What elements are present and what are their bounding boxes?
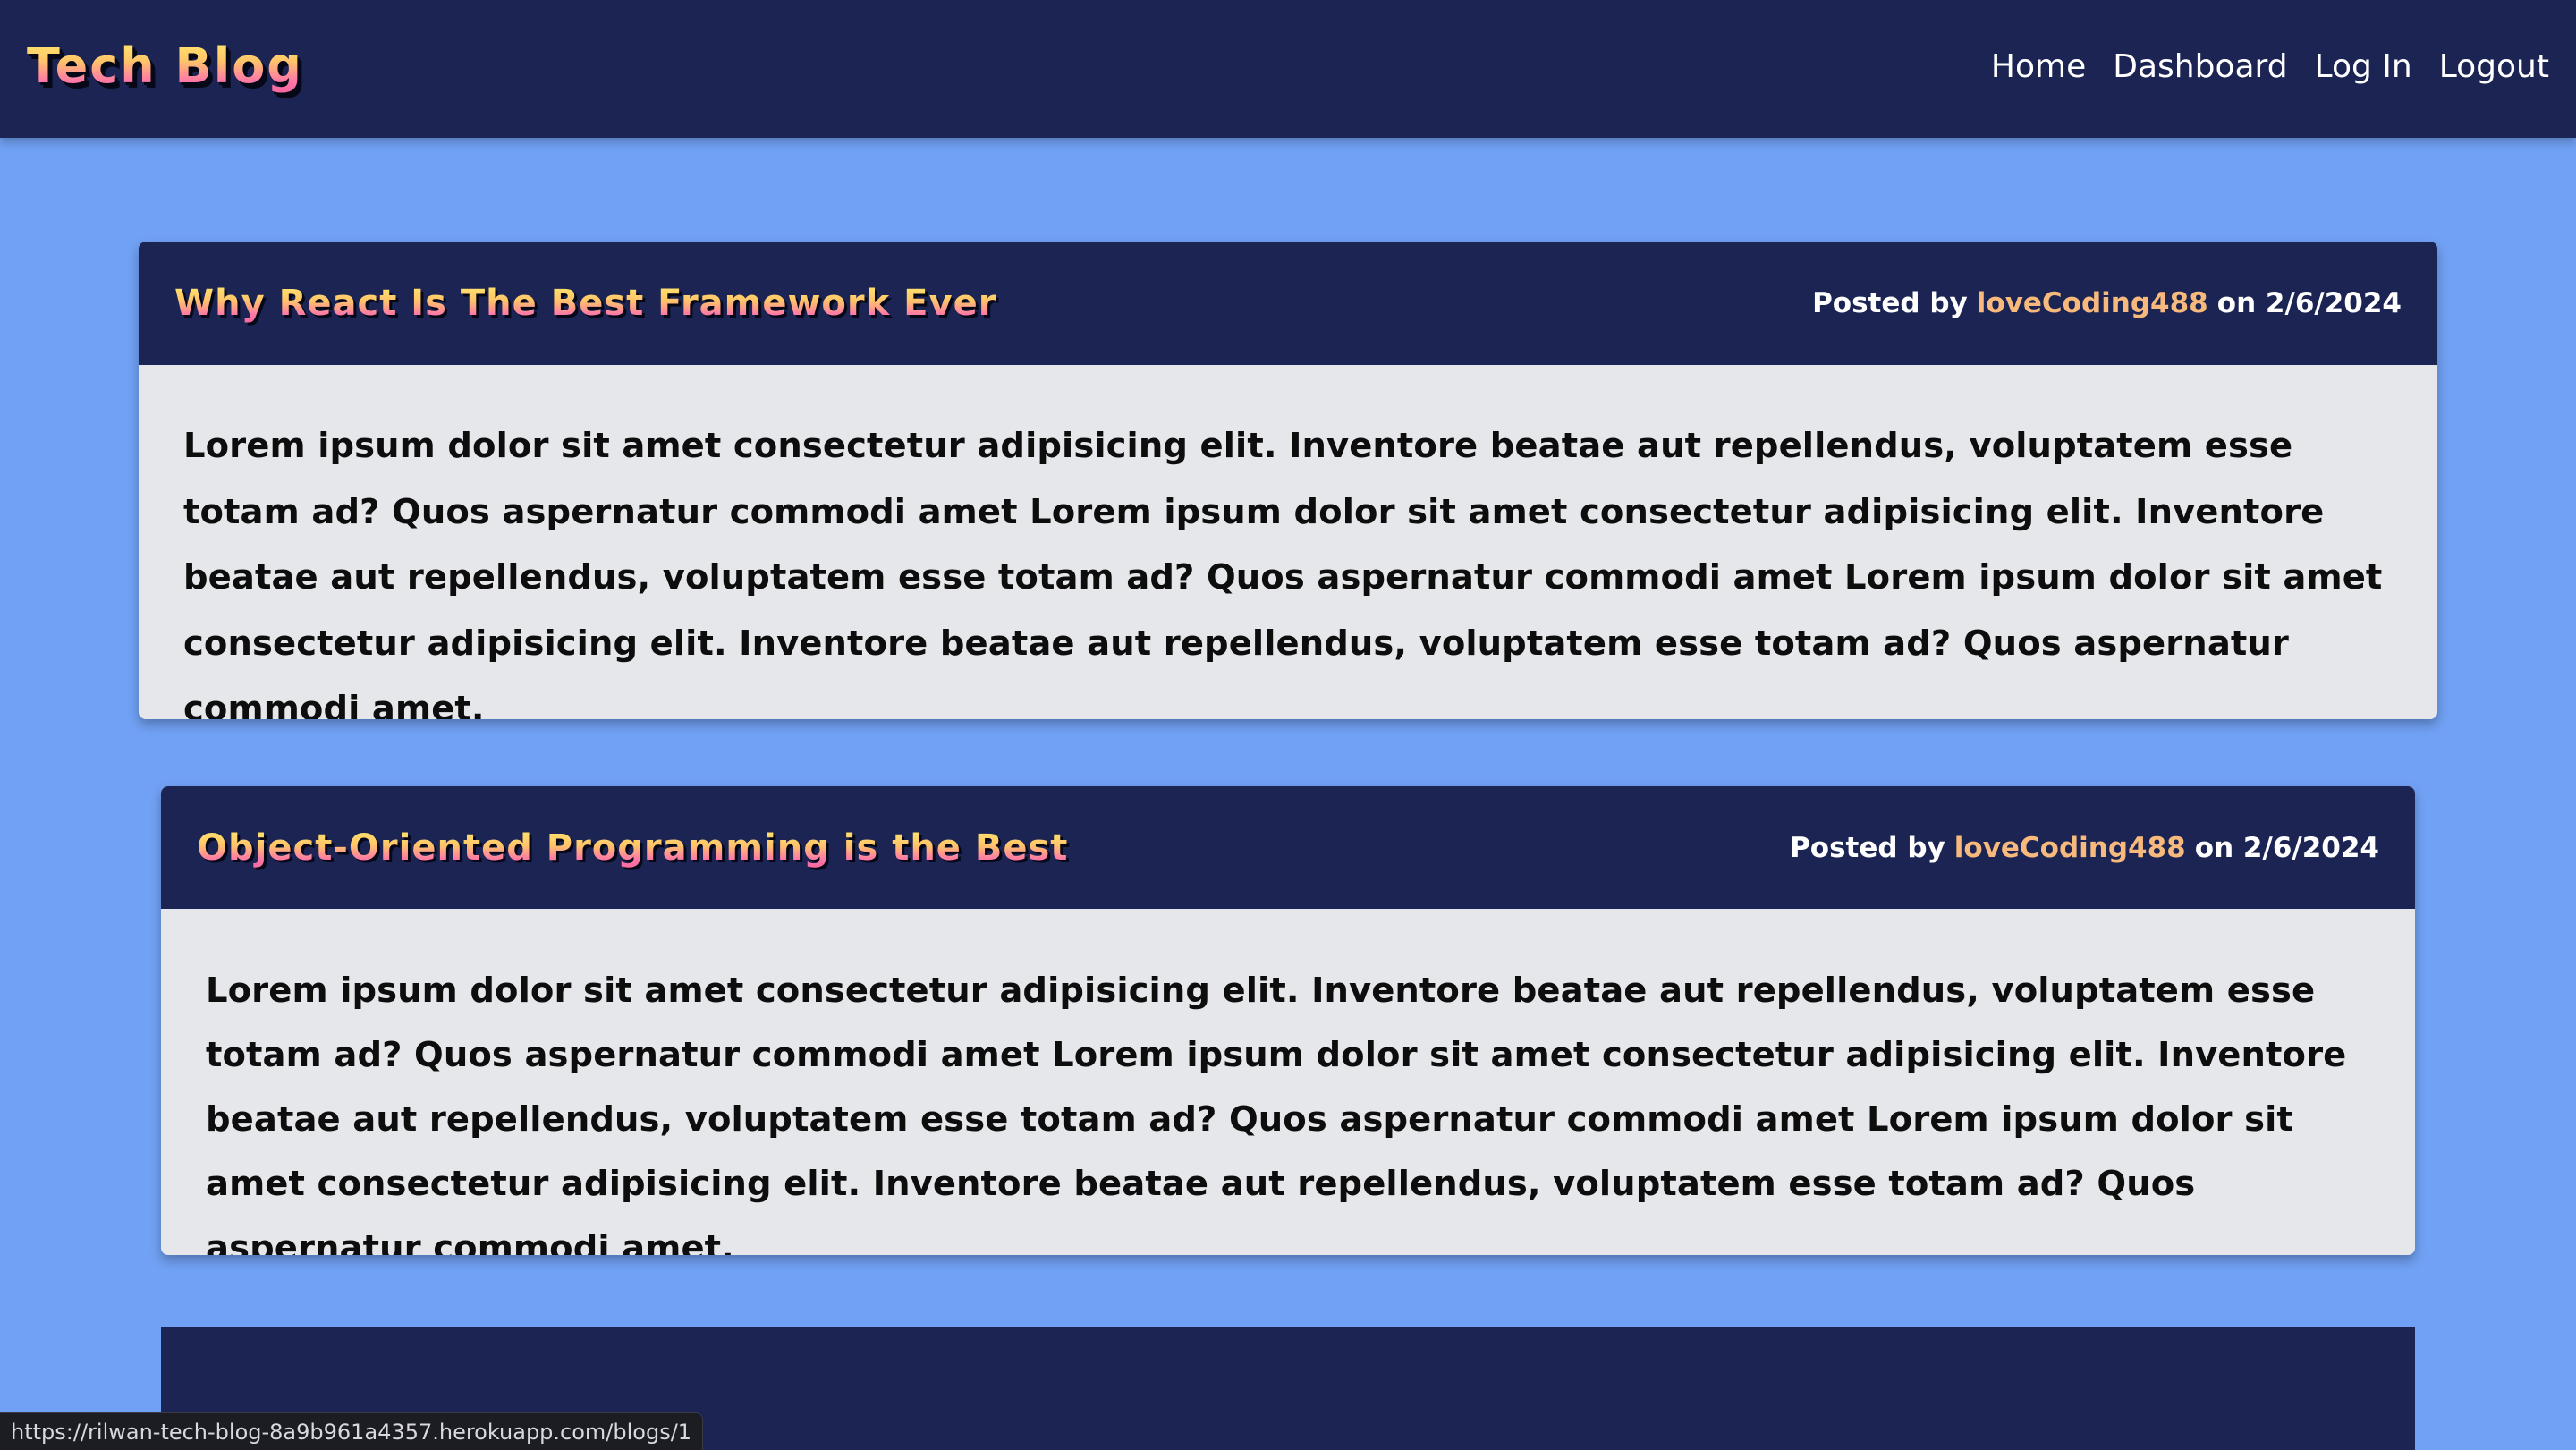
nav-login-link[interactable]: Log In	[2315, 43, 2412, 91]
post-title[interactable]: Why React Is The Best Framework Ever	[174, 278, 996, 328]
post-author: loveCoding488	[1976, 287, 2208, 319]
post-title[interactable]: Object-Oriented Programming is the Best	[197, 823, 1068, 873]
post-author: loveCoding488	[1953, 831, 2186, 864]
blog-post-card[interactable]: Why React Is The Best Framework Ever Pos…	[139, 242, 2437, 719]
main-nav: Home Dashboard Log In Logout	[1991, 43, 2549, 91]
nav-logout-link[interactable]: Logout	[2439, 43, 2549, 91]
post-body: Lorem ipsum dolor sit amet consectetur a…	[183, 426, 2383, 719]
post-date: on 2/6/2024	[2216, 287, 2402, 319]
post-meta: Posted by loveCoding488 on 2/6/2024	[1790, 832, 2379, 864]
nav-home-link[interactable]: Home	[1991, 43, 2086, 91]
nav-dashboard-link[interactable]: Dashboard	[2113, 43, 2287, 91]
site-header: Tech Blog Home Dashboard Log In Logout	[0, 0, 2576, 138]
status-bar-url: https://rilwan-tech-blog-8a9b961a4357.he…	[0, 1412, 704, 1450]
post-header: Object-Oriented Programming is the Best …	[161, 786, 2415, 909]
blog-post-card[interactable]: Object-Oriented Programming is the Best …	[161, 786, 2415, 1255]
post-date: on 2/6/2024	[2194, 831, 2379, 864]
post-header: Why React Is The Best Framework Ever Pos…	[139, 242, 2437, 365]
site-logo[interactable]: Tech Blog	[27, 34, 303, 98]
posted-by-label: Posted by	[1812, 287, 1968, 319]
posted-by-label: Posted by	[1790, 831, 1945, 864]
post-meta: Posted by loveCoding488 on 2/6/2024	[1812, 287, 2402, 319]
post-body: Lorem ipsum dolor sit amet consectetur a…	[206, 971, 2347, 1255]
